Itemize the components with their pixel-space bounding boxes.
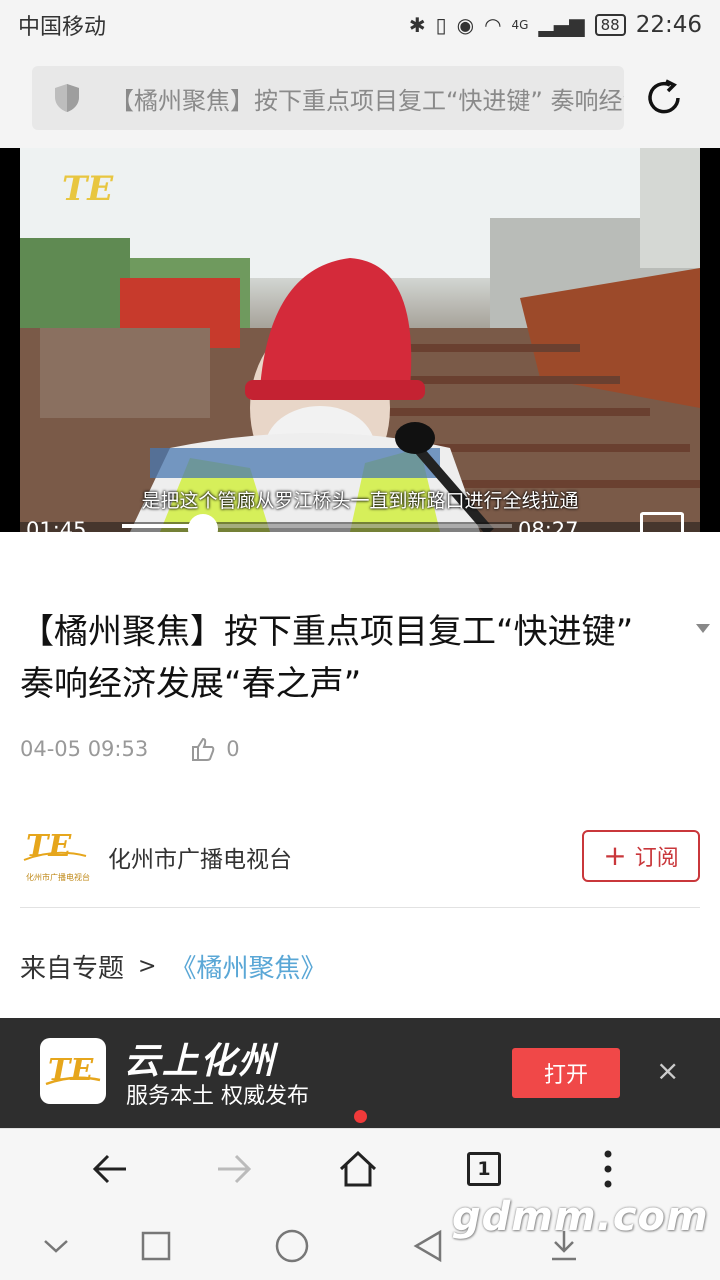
source-logo-caption: 化州市广播电视台 bbox=[26, 872, 90, 882]
svg-text:TE: TE bbox=[62, 169, 114, 209]
video-frame[interactable]: TE bbox=[20, 148, 700, 532]
svg-text:TE: TE bbox=[26, 829, 72, 864]
eye-icon: ◉ bbox=[456, 13, 475, 37]
video-duration: 08:27 bbox=[518, 518, 579, 542]
article-title: 【橘州聚焦】按下重点项目复工“快进键” 奏响经济发展“春之声” bbox=[20, 612, 634, 704]
address-bar: 【橘州聚焦】按下重点项目复工“快进键” 奏响经济发展“春之声” bbox=[0, 50, 720, 148]
video-current-time: 01:45 bbox=[26, 518, 87, 542]
source-logo[interactable]: TE 化州市广播电视台 bbox=[20, 826, 90, 886]
notification-dot bbox=[354, 1110, 367, 1123]
vibrate-icon: ▯ bbox=[435, 13, 447, 37]
topic-row: 来自专题 > 《橘州聚焦》 bbox=[20, 948, 326, 985]
source-name[interactable]: 化州市广播电视台 bbox=[108, 840, 292, 874]
more-icon[interactable] bbox=[586, 1147, 630, 1191]
site-watermark: gdmm.com bbox=[452, 1194, 709, 1240]
clock: 22:46 bbox=[635, 12, 702, 38]
fullscreen-icon[interactable] bbox=[640, 512, 684, 532]
publish-date: 04-05 09:53 bbox=[20, 737, 149, 761]
expand-caret-icon[interactable] bbox=[696, 624, 710, 633]
network-type: 4G bbox=[511, 18, 529, 32]
svg-text:TE: TE bbox=[48, 1053, 94, 1088]
close-icon[interactable]: × bbox=[656, 1054, 679, 1087]
app-logo-image: TE bbox=[45, 1053, 101, 1088]
topic-link[interactable]: 《橘州聚焦》 bbox=[170, 948, 326, 985]
app-icon[interactable]: TE bbox=[40, 1038, 106, 1104]
like-count: 0 bbox=[226, 737, 240, 761]
wifi-icon: ◠ bbox=[484, 13, 502, 37]
url-field[interactable]: 【橘州聚焦】按下重点项目复工“快进键” 奏响经济发展“春之声” bbox=[32, 66, 624, 130]
recents-icon[interactable] bbox=[136, 1226, 176, 1266]
status-icons: ✱ ▯ ◉ ◠ 4G ▂▄▆ 88 22:46 bbox=[409, 12, 702, 38]
app-name: 云上化州 bbox=[124, 1041, 277, 1082]
channel-logo: TE bbox=[62, 169, 114, 209]
url-text[interactable]: 【橘州聚焦】按下重点项目复工“快进键” 奏响经济发展“春之声” bbox=[110, 81, 624, 116]
back-nav-icon[interactable] bbox=[408, 1226, 448, 1266]
home-icon[interactable] bbox=[336, 1147, 380, 1191]
video-player[interactable]: TE bbox=[0, 148, 720, 532]
topic-arrow: > bbox=[138, 954, 157, 979]
app-slogan: 服务本土 权威发布 bbox=[126, 1084, 309, 1109]
article-meta: 04-05 09:53 0 bbox=[20, 736, 240, 762]
back-icon[interactable] bbox=[88, 1147, 132, 1191]
topic-prefix: 来自专题 bbox=[20, 954, 125, 984]
shield-icon[interactable] bbox=[50, 81, 84, 115]
like-button[interactable]: 0 bbox=[190, 736, 240, 762]
reload-icon[interactable] bbox=[644, 78, 684, 118]
tab-count: 1 bbox=[467, 1152, 501, 1186]
source-logo-image: TE 化州市广播电视台 bbox=[23, 829, 90, 882]
open-app-button[interactable]: 打开 bbox=[512, 1048, 620, 1098]
plus-icon: + bbox=[603, 839, 627, 872]
collapse-icon[interactable] bbox=[36, 1226, 76, 1266]
subscribe-button[interactable]: + 订阅 bbox=[582, 830, 700, 882]
forward-icon[interactable] bbox=[212, 1147, 256, 1191]
battery-indicator: 88 bbox=[594, 14, 626, 36]
home-nav-icon[interactable] bbox=[272, 1226, 312, 1266]
video-scene: TE bbox=[20, 148, 700, 532]
video-subtitle: 是把这个管廊从罗江桥头一直到新路口进行全线拉通 bbox=[141, 490, 579, 512]
source-row: TE 化州市广播电视台 化州市广播电视台 + 订阅 bbox=[20, 824, 700, 908]
signal-icon: ▂▄▆ bbox=[538, 13, 585, 37]
status-bar: 中国移动 ✱ ▯ ◉ ◠ 4G ▂▄▆ 88 22:46 bbox=[0, 0, 720, 50]
tabs-button[interactable]: 1 bbox=[462, 1147, 506, 1191]
carrier-name: 中国移动 bbox=[18, 15, 107, 40]
bluetooth-icon: ✱ bbox=[408, 13, 426, 37]
subscribe-label: 订阅 bbox=[634, 846, 679, 871]
like-icon[interactable] bbox=[190, 736, 216, 762]
